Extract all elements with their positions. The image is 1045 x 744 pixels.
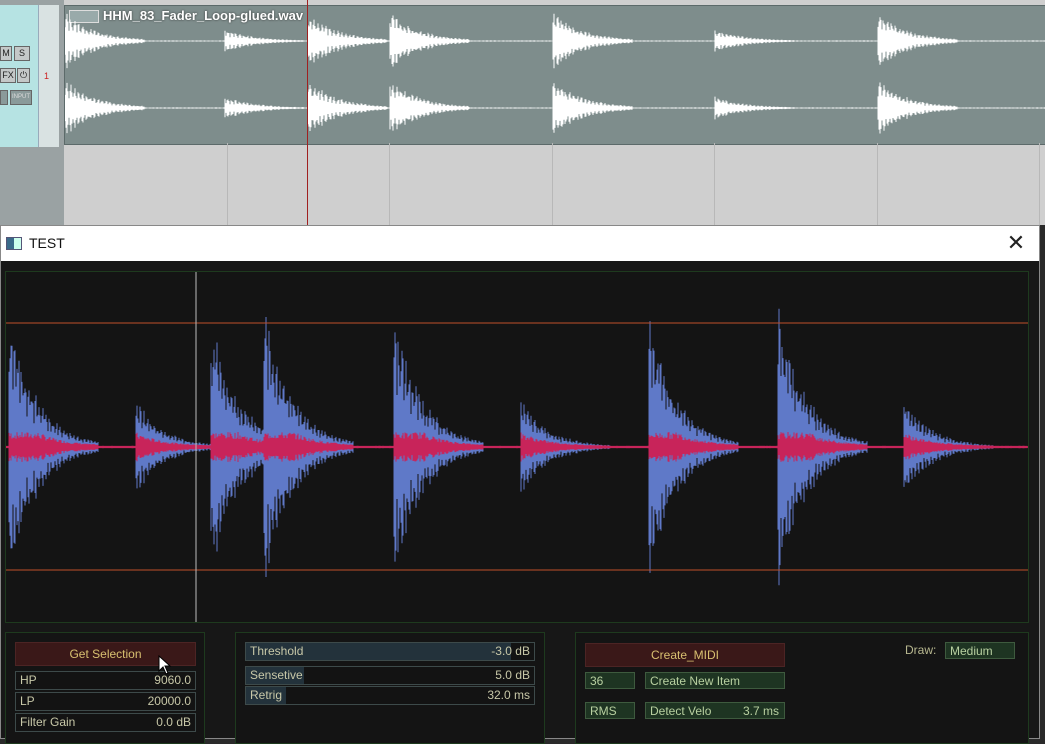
mute-button[interactable]: M: [0, 46, 12, 61]
track-number: 1: [44, 71, 50, 81]
filter-gain-slider[interactable]: Filter Gain 0.0 dB: [15, 713, 196, 732]
waveform-canvas[interactable]: [6, 272, 1028, 622]
window-title: TEST: [29, 235, 65, 251]
input-button[interactable]: INPUT: [10, 90, 32, 105]
edit-cursor: [307, 0, 308, 225]
lp-label: LP: [20, 694, 35, 708]
detection-group: Threshold -3.0 dB Sensetive 5.0 dB Retri…: [235, 632, 545, 744]
mouse-pointer-icon: [158, 655, 172, 675]
sensetive-label: Sensetive: [250, 668, 303, 682]
threshold-value: -3.0 dB: [491, 644, 530, 658]
filter-gain-label: Filter Gain: [20, 715, 76, 729]
window-app-icon: [6, 237, 22, 250]
hp-label: HP: [20, 673, 37, 687]
retrig-value: 32.0 ms: [487, 688, 530, 702]
note-number-field[interactable]: 36: [585, 672, 635, 689]
close-icon[interactable]: ✕: [1003, 230, 1029, 256]
gridline: [227, 143, 228, 225]
gridline: [1039, 143, 1040, 225]
power-icon[interactable]: ⏻: [17, 68, 30, 83]
arrange-view[interactable]: HHM_83_Fader_Loop-glued.wav: [64, 0, 1045, 225]
track-header[interactable]: M S FX ⏻ INPUT 1: [0, 5, 59, 147]
sensetive-slider[interactable]: Sensetive 5.0 dB: [245, 666, 535, 685]
window-titlebar[interactable]: TEST ✕: [1, 226, 1039, 260]
detect-velo-value: 3.7 ms: [742, 704, 779, 718]
detect-velo-field[interactable]: Detect Velo 3.7 ms: [645, 702, 785, 719]
detect-velo-label: Detect Velo: [650, 704, 712, 718]
threshold-label: Threshold: [250, 644, 304, 658]
filter-gain-value: 0.0 dB: [156, 715, 191, 729]
track-control-panel: M S FX ⏻ INPUT 1: [0, 0, 64, 225]
retrig-label: Retrig: [250, 688, 283, 702]
sensetive-value: 5.0 dB: [495, 668, 530, 682]
draw-mode-select[interactable]: Medium: [945, 642, 1015, 659]
gridline: [714, 143, 715, 225]
lp-value: 20000.0: [147, 694, 191, 708]
retrig-slider[interactable]: Retrig 32.0 ms: [245, 686, 535, 705]
lp-slider[interactable]: LP 20000.0: [15, 692, 196, 711]
fx-button[interactable]: FX: [0, 68, 16, 83]
item-waveform-path: [65, 13, 1045, 134]
midi-group: Create_MIDI 36 Create New Item RMS Detec…: [575, 632, 1029, 744]
waveform-display[interactable]: [5, 271, 1029, 623]
create-midi-button[interactable]: Create_MIDI: [585, 643, 785, 667]
gridline: [552, 143, 553, 225]
daw-background: M S FX ⏻ INPUT 1 HHM_83_Fader_Loop-glued…: [0, 0, 1045, 225]
rms-toggle[interactable]: RMS: [585, 702, 635, 719]
gridline: [389, 143, 390, 225]
plugin-window: TEST ✕ Get Selection HP 9060.0 LP 20000.…: [0, 225, 1040, 744]
track-number-strip: 1: [38, 5, 59, 147]
draw-label: Draw:: [905, 643, 937, 657]
plugin-client-area: Get Selection HP 9060.0 LP 20000.0 Filte…: [1, 261, 1039, 744]
item-waveform: [65, 13, 1045, 134]
solo-button[interactable]: S: [14, 46, 30, 61]
record-arm-button[interactable]: [0, 90, 8, 105]
media-item[interactable]: HHM_83_Fader_Loop-glued.wav: [64, 5, 1045, 145]
filter-group: Get Selection HP 9060.0 LP 20000.0 Filte…: [5, 632, 205, 744]
create-new-item-toggle[interactable]: Create New Item: [645, 672, 785, 689]
threshold-slider[interactable]: Threshold -3.0 dB: [245, 642, 535, 661]
gridline: [877, 143, 878, 225]
